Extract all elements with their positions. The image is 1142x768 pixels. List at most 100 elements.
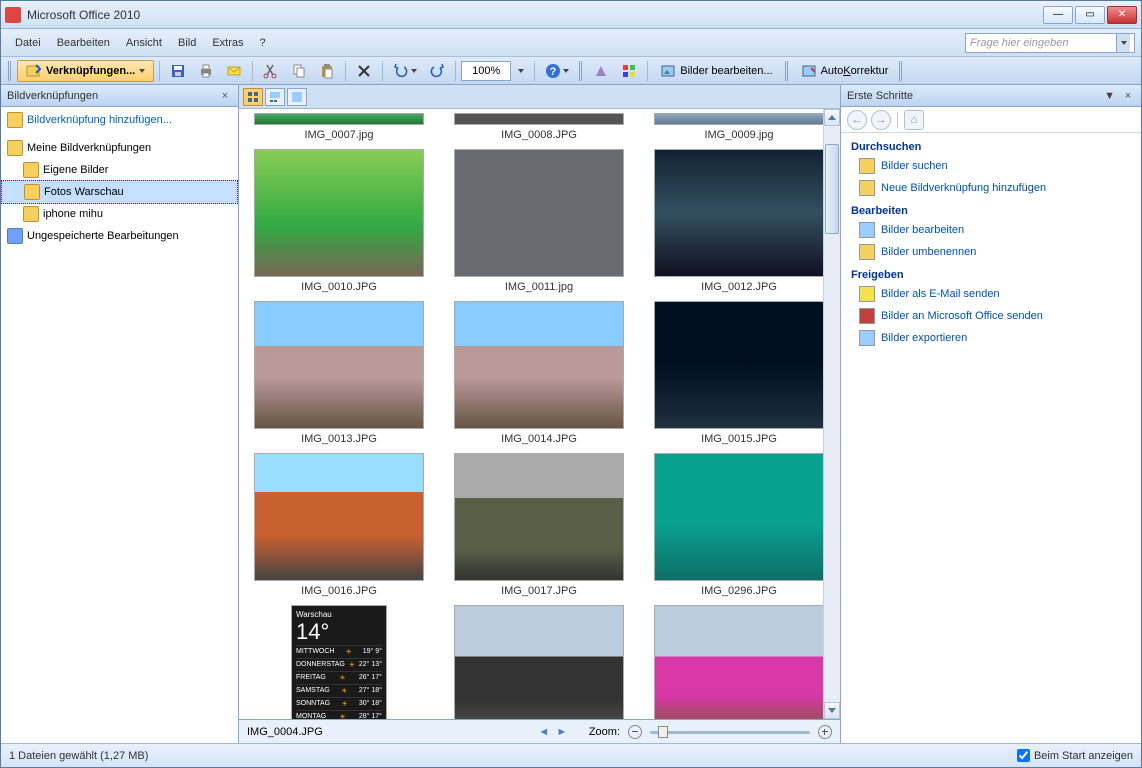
view-filmstrip-button[interactable] xyxy=(265,88,285,106)
redo-button[interactable] xyxy=(424,60,450,82)
thumbnail-item[interactable]: IMG_0014.JPG xyxy=(449,301,629,445)
menu-datei[interactable]: Datei xyxy=(7,33,49,53)
task-pane-dropdown[interactable]: ▼ xyxy=(1104,90,1115,102)
task-forward-button[interactable]: → xyxy=(871,110,891,130)
toolbar-grip-4[interactable] xyxy=(899,61,903,81)
paste-button[interactable] xyxy=(314,60,340,82)
shortcuts-tree: Bildverknüpfung hinzufügen... Meine Bild… xyxy=(1,107,238,743)
left-pane-close[interactable]: × xyxy=(218,90,232,102)
copy-button[interactable] xyxy=(286,60,312,82)
show-on-start-input[interactable] xyxy=(1017,749,1030,762)
view-single-button[interactable] xyxy=(287,88,307,106)
thumbnails-area[interactable]: IMG_0007.jpg IMG_0008.JPG IMG_0009.jpg IMG_… xyxy=(239,109,840,719)
zoom-slider[interactable] xyxy=(650,725,810,739)
zoom-out-button[interactable] xyxy=(628,725,642,739)
thumbnail-image[interactable] xyxy=(454,149,624,277)
thumbnail-image[interactable] xyxy=(654,149,824,277)
scroll-down-button[interactable] xyxy=(824,702,840,719)
help-dropdown-icon[interactable] xyxy=(1116,34,1130,52)
thumbnail-image[interactable] xyxy=(654,301,824,429)
add-shortcut-link[interactable]: Bildverknüpfung hinzufügen... xyxy=(1,109,238,131)
tree-root-my-shortcuts[interactable]: Meine Bildverknüpfungen xyxy=(1,137,238,159)
cut-button[interactable] xyxy=(258,60,284,82)
edit-images-button[interactable]: Bilder bearbeiten... xyxy=(653,60,779,82)
task-link[interactable]: Bilder umbenennen xyxy=(847,241,1135,263)
tree-item-eigene-bilder[interactable]: Eigene Bilder xyxy=(1,159,238,181)
thumbnail-image[interactable] xyxy=(654,453,824,581)
menu-help[interactable]: ? xyxy=(252,33,274,53)
maximize-button[interactable]: ▭ xyxy=(1075,6,1105,24)
brightness-button[interactable] xyxy=(588,60,614,82)
help-search-box[interactable]: Frage hier eingeben xyxy=(965,33,1135,53)
thumbnail-image[interactable] xyxy=(254,113,424,125)
thumbnail-image[interactable] xyxy=(454,113,624,125)
next-image-button[interactable]: ► xyxy=(555,725,569,739)
help-button[interactable]: ? xyxy=(540,60,574,82)
thumbnail-item[interactable]: IMG_0008.JPG xyxy=(449,113,629,141)
titlebar: Microsoft Office 2010 — ▭ ✕ xyxy=(1,1,1141,29)
thumbnail-item[interactable]: IMG_0012.JPG xyxy=(649,149,829,293)
thumbnail-item[interactable]: IMG_0013.JPG xyxy=(249,301,429,445)
task-link[interactable]: Neue Bildverknüpfung hinzufügen xyxy=(847,177,1135,199)
thumbnail-item[interactable]: IMG_0009.jpg xyxy=(649,113,829,141)
show-on-start-checkbox[interactable]: Beim Start anzeigen xyxy=(1017,749,1133,762)
minimize-button[interactable]: — xyxy=(1043,6,1073,24)
thumbnail-item[interactable]: Warschau14°MITTWOCH☀19° 9°DONNERSTAG☀22°… xyxy=(249,605,429,719)
menu-extras[interactable]: Extras xyxy=(204,33,251,53)
task-link[interactable]: Bilder bearbeiten xyxy=(847,219,1135,241)
toolbar-grip[interactable] xyxy=(8,61,12,81)
zoom-dropdown[interactable] xyxy=(513,60,529,82)
task-link[interactable]: Bilder exportieren xyxy=(847,327,1135,349)
thumbnail-image[interactable] xyxy=(254,149,424,277)
thumbnail-image[interactable]: Warschau14°MITTWOCH☀19° 9°DONNERSTAG☀22°… xyxy=(291,605,387,719)
thumbnail-item[interactable] xyxy=(649,605,829,719)
copy-icon xyxy=(291,63,307,79)
tree-item-fotos-warschau[interactable]: Fotos Warschau xyxy=(1,180,238,204)
thumbnail-image[interactable] xyxy=(254,453,424,581)
thumbnail-item[interactable]: IMG_0017.JPG xyxy=(449,453,629,597)
thumbnail-image[interactable] xyxy=(454,301,624,429)
save-button[interactable] xyxy=(165,60,191,82)
thumbnail-item[interactable] xyxy=(449,605,629,719)
shortcuts-button[interactable]: Verknüpfungen... xyxy=(17,60,154,82)
view-thumbnails-button[interactable] xyxy=(243,88,263,106)
color-button[interactable] xyxy=(616,60,642,82)
tree-item-iphone-mihu[interactable]: iphone mihu xyxy=(1,203,238,225)
task-link[interactable]: Bilder als E-Mail senden xyxy=(847,283,1135,305)
task-home-button[interactable]: ⌂ xyxy=(904,110,924,130)
thumbnail-image[interactable] xyxy=(254,301,424,429)
thumbnail-item[interactable]: IMG_0016.JPG xyxy=(249,453,429,597)
thumbnail-item[interactable]: IMG_0011.jpg xyxy=(449,149,629,293)
thumbnail-image[interactable] xyxy=(454,605,624,719)
thumbnail-item[interactable]: IMG_0007.jpg xyxy=(249,113,429,141)
task-link[interactable]: Bilder an Microsoft Office senden xyxy=(847,305,1135,327)
delete-button[interactable] xyxy=(351,60,377,82)
menu-bild[interactable]: Bild xyxy=(170,33,204,53)
undo-button[interactable] xyxy=(388,60,422,82)
tree-item-unsaved[interactable]: Ungespeicherte Bearbeitungen xyxy=(1,225,238,247)
help-icon: ? xyxy=(545,63,561,79)
menu-ansicht[interactable]: Ansicht xyxy=(118,33,170,53)
mail-button[interactable] xyxy=(221,60,247,82)
scrollbar-thumb[interactable] xyxy=(825,144,839,234)
autokorrektur-button[interactable]: AutoKorrektur xyxy=(794,60,896,82)
task-back-button[interactable]: ← xyxy=(847,110,867,130)
scroll-up-button[interactable] xyxy=(824,109,840,126)
thumbnail-image[interactable] xyxy=(454,453,624,581)
thumbnail-item[interactable]: IMG_0015.JPG xyxy=(649,301,829,445)
scrollbar-vertical[interactable] xyxy=(823,109,840,719)
close-button[interactable]: ✕ xyxy=(1107,6,1137,24)
zoom-in-button[interactable] xyxy=(818,725,832,739)
print-button[interactable] xyxy=(193,60,219,82)
task-pane-close[interactable]: × xyxy=(1121,90,1135,102)
toolbar-grip-2[interactable] xyxy=(579,61,583,81)
zoom-input[interactable] xyxy=(461,61,511,81)
toolbar-grip-3[interactable] xyxy=(785,61,789,81)
thumbnail-item[interactable]: IMG_0010.JPG xyxy=(249,149,429,293)
thumbnail-item[interactable]: IMG_0296.JPG xyxy=(649,453,829,597)
prev-image-button[interactable]: ◄ xyxy=(537,725,551,739)
thumbnail-image[interactable] xyxy=(654,113,824,125)
menu-bearbeiten[interactable]: Bearbeiten xyxy=(49,33,118,53)
thumbnail-image[interactable] xyxy=(654,605,824,719)
task-link[interactable]: Bilder suchen xyxy=(847,155,1135,177)
